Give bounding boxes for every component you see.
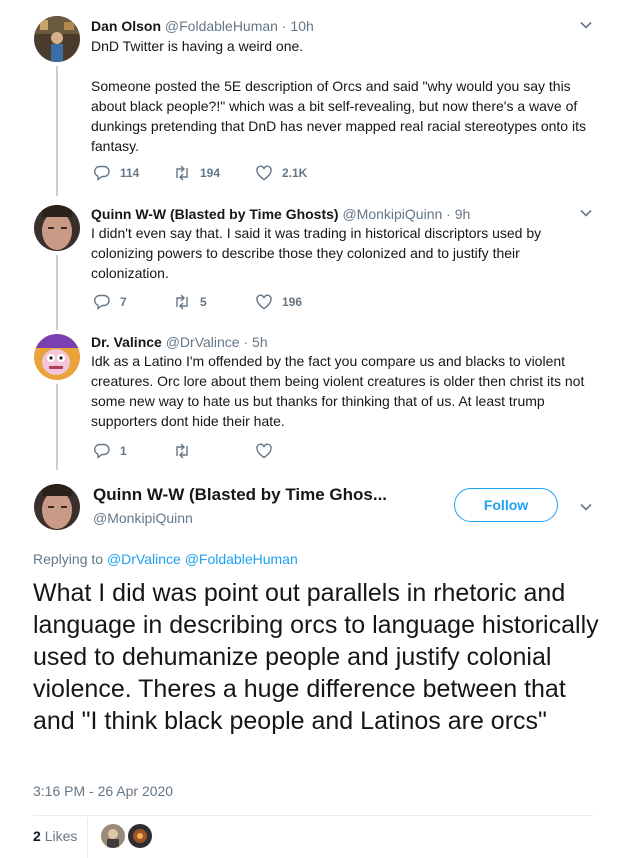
thread-line (56, 255, 58, 330)
tweet-header: Quinn W-W (Blasted by Time Ghosts) @Monk… (91, 206, 471, 222)
liker-avatar[interactable] (128, 824, 152, 848)
likes-label: Likes (44, 828, 78, 844)
author-handle[interactable]: @DrValince (166, 334, 240, 350)
like-icon (256, 294, 272, 310)
reply-count: 7 (120, 295, 127, 309)
retweet-icon (176, 294, 188, 310)
author-name[interactable]: Quinn W-W (Blasted by Time Ghosts) (91, 206, 339, 222)
reply-icon (94, 443, 110, 459)
reply-count: 114 (120, 166, 140, 180)
author-handle[interactable]: @MonkipiQuinn (342, 206, 442, 222)
author-name[interactable]: Quinn W-W (Blasted by Time Ghos... (93, 485, 387, 505)
author-handle[interactable]: @FoldableHuman (165, 18, 278, 34)
reply-button[interactable]: 114 (93, 164, 139, 182)
author-name[interactable]: Dan Olson (91, 18, 161, 34)
replying-to: Replying to @DrValince @FoldableHuman (33, 551, 298, 567)
like-button[interactable]: 2.1K (255, 164, 307, 182)
chevron-down-icon[interactable] (580, 19, 592, 31)
liker-avatar[interactable] (101, 824, 125, 848)
retweet-button[interactable] (173, 442, 200, 460)
tweet-text: I didn't even say that. I said it was tr… (91, 225, 546, 281)
author-name[interactable]: Dr. Valince (91, 334, 162, 350)
reply-button[interactable]: 1 (93, 442, 127, 460)
mention-link[interactable]: @DrValince (107, 551, 181, 567)
like-count: 196 (282, 295, 303, 309)
like-icon (256, 443, 272, 459)
thread-line (56, 384, 58, 470)
mention-link[interactable]: @FoldableHuman (185, 551, 298, 567)
reply-count: 1 (120, 444, 127, 458)
chevron-down-icon[interactable] (580, 207, 592, 219)
tweet-text: DnD Twitter is having a weird one. Someo… (91, 38, 586, 154)
retweet-count: 5 (200, 295, 207, 309)
like-button[interactable]: 196 (255, 293, 302, 311)
avatar[interactable] (34, 205, 80, 251)
follow-button[interactable]: Follow (454, 488, 558, 522)
divider (87, 818, 88, 858)
retweet-button[interactable]: 194 (173, 164, 220, 182)
reply-icon (94, 294, 110, 310)
like-count: 2.1K (282, 166, 308, 180)
likes-count: 2 (33, 828, 41, 844)
avatar[interactable] (34, 484, 80, 530)
tweet-text: Idk as a Latino I'm offended by the fact… (91, 353, 589, 429)
author-handle[interactable]: @MonkipiQuinn (93, 510, 193, 526)
reply-icon (94, 165, 110, 181)
chevron-down-icon[interactable] (580, 501, 592, 513)
tweet-header: Dan Olson @FoldableHuman · 10h (91, 18, 314, 34)
avatar[interactable] (34, 16, 80, 62)
like-icon (256, 165, 272, 181)
tweet-header: Dr. Valince @DrValince · 5h (91, 334, 268, 350)
retweet-button[interactable]: 5 (173, 293, 207, 311)
tweet-time[interactable]: 10h (290, 18, 313, 34)
retweet-icon (176, 165, 188, 181)
tweet-time[interactable]: 5h (252, 334, 268, 350)
retweet-count: 194 (200, 166, 221, 180)
thread-line (56, 66, 58, 196)
reply-button[interactable]: 7 (93, 293, 127, 311)
retweet-icon (176, 443, 188, 459)
tweet-timestamp[interactable]: 3:16 PM - 26 Apr 2020 (33, 783, 173, 799)
divider (33, 815, 593, 816)
likes-summary[interactable]: 2 Likes (33, 828, 77, 844)
tweet-time[interactable]: 9h (455, 206, 471, 222)
avatar[interactable] (34, 334, 80, 380)
like-button[interactable] (255, 442, 282, 460)
main-tweet-text: What I did was point out parallels in rh… (33, 579, 599, 735)
